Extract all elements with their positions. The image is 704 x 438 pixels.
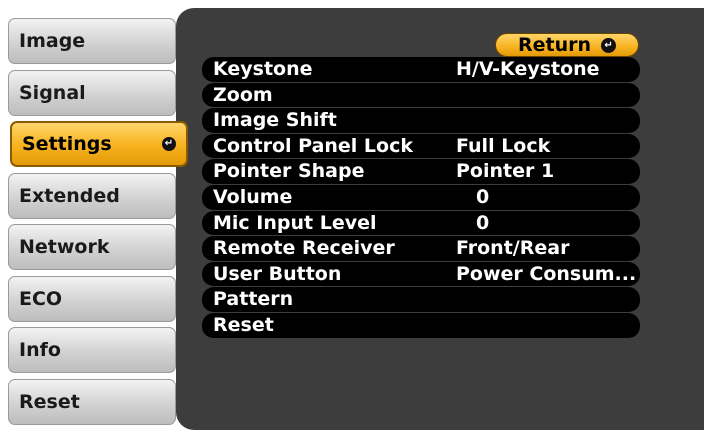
enter-icon: ↵ — [162, 137, 176, 151]
setting-row-control-panel-lock[interactable]: Control Panel Lock Full Lock — [202, 133, 640, 160]
setting-value: 0 — [476, 211, 490, 234]
tab-label: ECO — [19, 287, 63, 310]
tab-signal[interactable]: Signal — [8, 69, 176, 116]
tab-eco[interactable]: ECO — [8, 275, 176, 322]
tab-label: Settings — [22, 133, 112, 155]
setting-value: H/V-Keystone — [456, 58, 600, 80]
return-label: Return — [517, 34, 592, 56]
setting-row-keystone[interactable]: Keystone H/V-Keystone — [202, 57, 640, 83]
setting-label: Mic Input Level — [213, 211, 377, 234]
setting-label: Pointer Shape — [213, 160, 365, 183]
setting-label: Volume — [213, 185, 293, 208]
tab-label: Extended — [19, 184, 120, 207]
tab-image[interactable]: Image — [8, 18, 176, 64]
setting-label: Reset — [213, 313, 274, 336]
tab-info[interactable]: Info — [8, 327, 176, 373]
setting-label: Keystone — [213, 58, 313, 80]
tab-label: Signal — [19, 81, 86, 104]
setting-value: 0 — [476, 185, 490, 208]
setting-row-zoom[interactable]: Zoom — [202, 82, 640, 109]
tab-label: Info — [19, 339, 61, 361]
setting-row-user-button[interactable]: User Button Power Consum... — [202, 261, 640, 288]
enter-icon: ↵ — [601, 37, 617, 53]
setting-row-pointer-shape[interactable]: Pointer Shape Pointer 1 — [202, 159, 640, 185]
tab-extended[interactable]: Extended — [8, 172, 176, 219]
setting-row-mic-input-level[interactable]: Mic Input Level 0 — [202, 210, 640, 237]
return-button[interactable]: Return ↵ — [495, 33, 639, 57]
setting-label: Remote Receiver — [213, 237, 395, 260]
setting-value: Full Lock — [456, 134, 551, 157]
projector-menu: Image Signal Settings ↵ Extended Network… — [0, 0, 704, 438]
setting-row-remote-receiver[interactable]: Remote Receiver Front/Rear — [202, 236, 640, 262]
tab-label: Reset — [19, 390, 80, 413]
setting-row-reset[interactable]: Reset — [202, 312, 640, 339]
setting-row-image-shift[interactable]: Image Shift — [202, 108, 640, 134]
tab-label: Image — [19, 30, 86, 52]
setting-label: Image Shift — [213, 109, 337, 132]
tab-label: Network — [19, 236, 110, 258]
tab-network[interactable]: Network — [8, 224, 176, 270]
tab-settings[interactable]: Settings ↵ — [10, 121, 188, 167]
setting-label: Zoom — [213, 83, 273, 106]
setting-value: Front/Rear — [456, 237, 570, 260]
tab-reset[interactable]: Reset — [8, 378, 176, 425]
setting-label: Pattern — [213, 288, 294, 311]
setting-row-pattern[interactable]: Pattern — [202, 287, 640, 313]
setting-label: Control Panel Lock — [213, 134, 413, 157]
setting-value: Power Consum... — [456, 262, 637, 285]
setting-row-volume[interactable]: Volume 0 — [202, 184, 640, 211]
setting-label: User Button — [213, 262, 342, 285]
setting-value: Pointer 1 — [456, 160, 555, 183]
settings-list: Keystone H/V-Keystone Zoom Image Shift C… — [202, 57, 640, 339]
